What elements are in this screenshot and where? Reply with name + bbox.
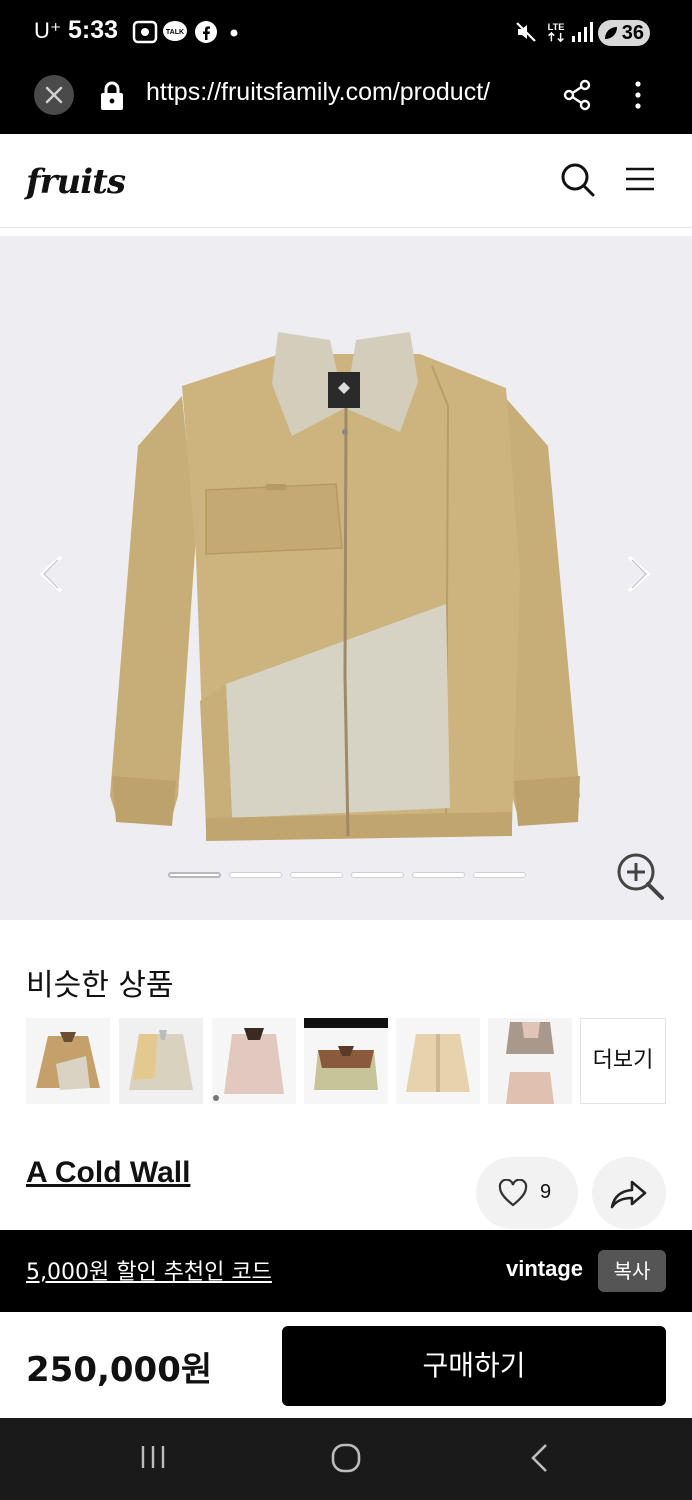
gallery-pagination	[168, 872, 526, 878]
previous-image-arrow[interactable]	[36, 554, 66, 594]
zoom-icon[interactable]	[614, 850, 666, 902]
pagination-dot[interactable]	[290, 872, 343, 878]
status-bar: U⁺ 5:33 TALK LTE 36	[0, 0, 692, 64]
pagination-dot[interactable]	[229, 872, 282, 878]
brand-link[interactable]: A Cold Wall	[26, 1156, 190, 1190]
more-similar-button[interactable]: 더보기	[580, 1018, 666, 1104]
next-image-arrow[interactable]	[624, 554, 654, 594]
home-icon[interactable]	[330, 1442, 362, 1474]
share-icon[interactable]	[562, 78, 592, 112]
lock-icon	[101, 81, 123, 110]
pagination-dot[interactable]	[168, 872, 221, 878]
pagination-dot[interactable]	[351, 872, 404, 878]
svg-text:LTE: LTE	[548, 22, 565, 32]
similar-product-thumbnail[interactable]	[396, 1018, 480, 1104]
screen: U⁺ 5:33 TALK LTE 36 https://fruitsfamily…	[0, 0, 692, 1500]
mute-icon	[516, 22, 536, 42]
pagination-dot[interactable]	[412, 872, 465, 878]
facebook-icon	[195, 21, 217, 43]
product-image	[110, 332, 580, 841]
browser-bar: https://fruitsfamily.com/product/	[0, 64, 692, 134]
referral-text[interactable]: 5,000원 할인 추천인 코드	[26, 1254, 272, 1286]
thumbnail-image	[488, 1018, 572, 1104]
clock: 5:33	[68, 16, 119, 44]
screenshot-icon	[132, 20, 158, 44]
buy-button[interactable]: 구매하기	[282, 1326, 666, 1406]
similar-product-thumbnail[interactable]	[212, 1018, 296, 1104]
copy-code-button[interactable]: 복사	[598, 1250, 666, 1292]
close-icon	[45, 86, 63, 104]
like-button[interactable]: 9	[476, 1157, 578, 1229]
similar-product-thumbnail[interactable]	[488, 1018, 572, 1104]
back-icon[interactable]	[528, 1442, 552, 1474]
signal-icon	[572, 22, 593, 42]
similar-product-thumbnail[interactable]	[304, 1018, 388, 1104]
like-count: 9	[540, 1181, 552, 1203]
referral-code: vintage	[506, 1256, 584, 1281]
similar-products-title: 비슷한 상품	[26, 968, 174, 1003]
thumbnail-image	[26, 1018, 110, 1104]
more-options-icon[interactable]	[628, 78, 648, 112]
notification-dot-icon	[230, 29, 238, 37]
referral-bar: 5,000원 할인 추천인 코드 vintage 복사	[0, 1230, 692, 1312]
kakaotalk-icon: TALK	[163, 21, 187, 41]
battery-indicator: 36	[598, 20, 650, 46]
url-field[interactable]: https://fruitsfamily.com/product/	[146, 78, 538, 107]
recent-apps-icon[interactable]	[138, 1442, 168, 1472]
pagination-dot[interactable]	[473, 872, 526, 878]
similar-products-row: 더보기	[26, 1018, 666, 1104]
thumbnail-image	[212, 1018, 296, 1104]
svg-text:TALK: TALK	[166, 29, 184, 36]
fruits-logo[interactable]: fruits	[26, 162, 126, 202]
share-product-button[interactable]	[592, 1157, 666, 1229]
site-header: fruits	[0, 134, 692, 228]
thumbnail-image	[304, 1028, 388, 1104]
product-price: 250,000원	[26, 1350, 213, 1390]
thumbnail-image	[396, 1018, 480, 1104]
product-image-gallery[interactable]	[0, 236, 692, 920]
menu-icon[interactable]	[624, 166, 656, 192]
close-tab-button[interactable]	[34, 75, 74, 115]
lte-icon: LTE	[548, 22, 565, 43]
share-arrow-icon	[610, 1180, 647, 1209]
purchase-bar: 250,000원 구매하기	[0, 1312, 692, 1418]
heart-icon	[498, 1179, 528, 1207]
thumbnail-image	[119, 1018, 203, 1104]
similar-product-thumbnail[interactable]	[119, 1018, 203, 1104]
system-navigation-bar	[0, 1418, 692, 1500]
leaf-icon	[605, 27, 617, 39]
similar-product-thumbnail[interactable]	[26, 1018, 110, 1104]
battery-level: 36	[621, 22, 644, 44]
search-icon[interactable]	[560, 162, 596, 198]
carrier-label: U⁺	[34, 18, 62, 43]
